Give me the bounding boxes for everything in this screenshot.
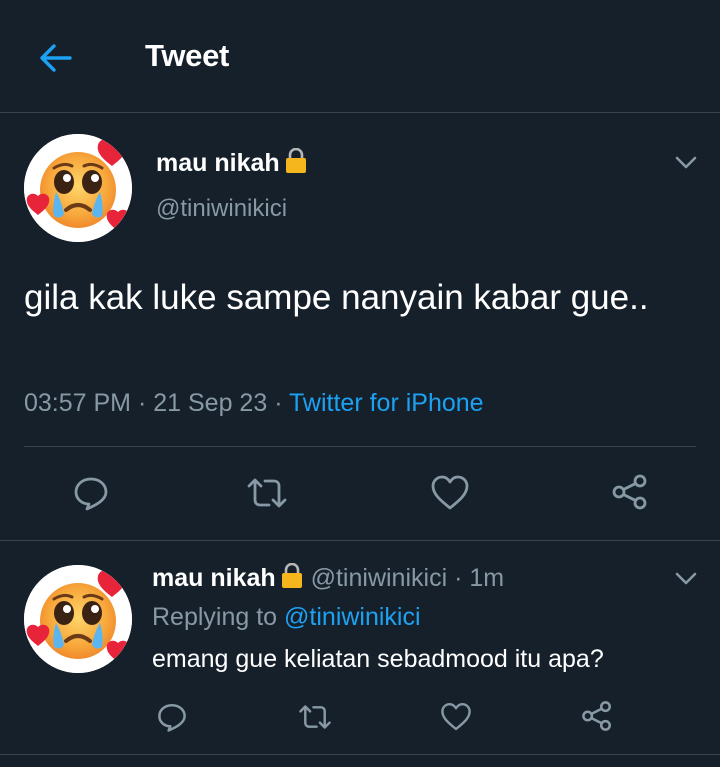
pleading-face-hearts-emoji — [24, 565, 132, 673]
like-button[interactable] — [430, 474, 470, 512]
reply-text: emang gue keliatan sebadmood itu apa? — [152, 645, 604, 673]
author-handle[interactable]: @tiniwinikici — [156, 195, 287, 223]
reply-retweet-button[interactable] — [298, 701, 332, 733]
heart-icon — [441, 702, 471, 731]
tweet-meta: 03:57 PM · 21 Sep 23 · Twitter for iPhon… — [24, 389, 484, 418]
tweet-text: gila kak luke sampe nanyain kabar gue.. — [24, 278, 649, 317]
reply-button[interactable] — [72, 474, 110, 512]
page-title: Tweet — [145, 38, 230, 73]
comment-icon — [74, 477, 108, 511]
divider — [0, 540, 720, 541]
replying-to: Replying to @tiniwinikici — [152, 603, 421, 632]
reply-author-avatar[interactable] — [24, 565, 132, 673]
reply-author-name[interactable]: mau nikah — [152, 564, 276, 592]
top-bar: Tweet — [0, 0, 720, 113]
meta-separator: · — [274, 389, 283, 417]
tweet-source-link[interactable]: Twitter for iPhone — [289, 389, 484, 417]
back-button[interactable] — [36, 38, 76, 78]
lock-icon — [280, 563, 303, 589]
lock-icon — [284, 148, 307, 174]
pleading-face-hearts-emoji — [24, 134, 132, 242]
divider — [0, 754, 720, 755]
share-button[interactable] — [610, 472, 650, 512]
tweet-time: 03:57 PM — [24, 389, 132, 417]
retweet-icon — [247, 478, 287, 508]
retweet-icon — [299, 705, 331, 729]
reply-like-button[interactable] — [440, 701, 472, 733]
chevron-down-icon[interactable] — [674, 155, 698, 171]
reply-header: mau nikah @tiniwinikici · 1m — [152, 563, 504, 593]
replying-to-link[interactable]: @tiniwinikici — [284, 603, 421, 631]
reply-share-button[interactable] — [580, 699, 614, 733]
divider — [24, 446, 696, 447]
comment-icon — [158, 703, 186, 732]
meta-separator: · — [137, 389, 147, 417]
heart-icon — [431, 475, 469, 510]
header-separator: · — [454, 564, 463, 592]
reply-author-handle[interactable]: @tiniwinikici — [311, 564, 448, 592]
author-name[interactable]: mau nikah — [156, 148, 308, 178]
author-name-text: mau nikah — [156, 149, 280, 177]
chevron-down-icon[interactable] — [674, 571, 698, 587]
tweet-date: 21 Sep 23 — [153, 389, 268, 417]
retweet-button[interactable] — [246, 474, 288, 512]
reply-time: 1m — [469, 564, 505, 592]
reply-reply-button[interactable] — [156, 701, 188, 733]
arrow-left-icon — [40, 44, 72, 72]
author-avatar[interactable] — [24, 134, 132, 242]
share-icon — [582, 701, 612, 731]
share-icon — [612, 474, 647, 510]
replying-to-label: Replying to — [152, 603, 278, 631]
